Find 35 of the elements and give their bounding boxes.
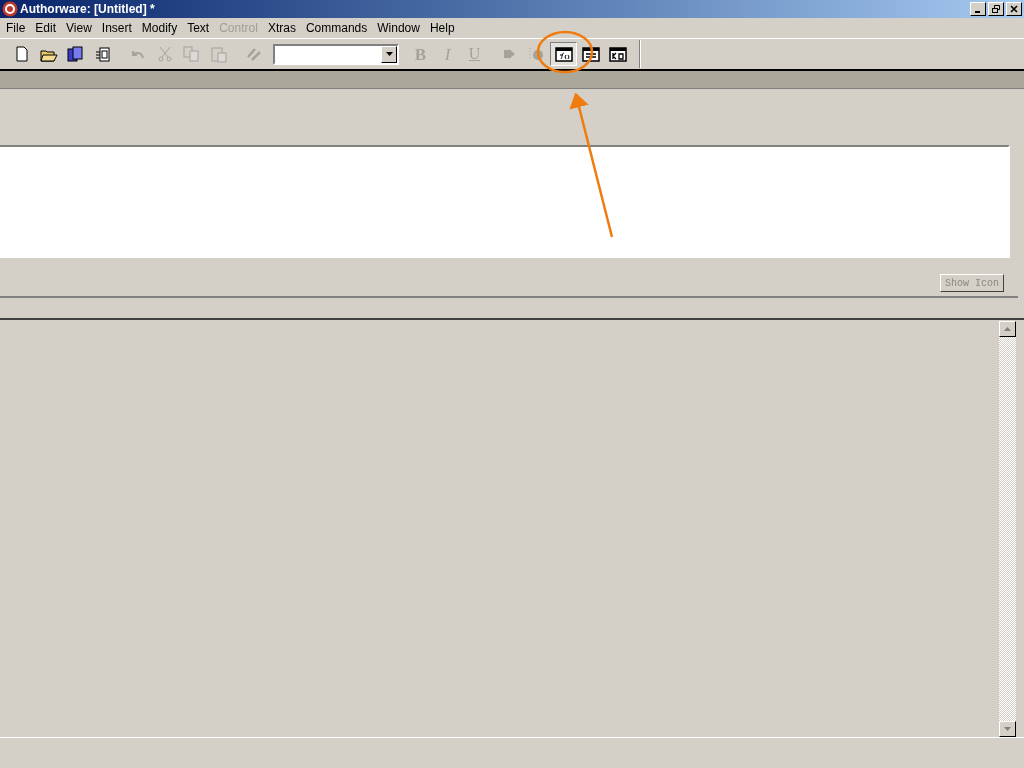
new-document-icon (15, 46, 28, 62)
down-arrow-icon (1004, 727, 1011, 731)
minimize-button[interactable] (970, 2, 986, 16)
menu-item[interactable]: Xtras (262, 19, 301, 37)
copy-icon (183, 46, 200, 62)
dropdown-arrow-icon (385, 52, 393, 56)
scroll-down-button[interactable] (999, 721, 1016, 737)
menu-item[interactable]: Modify (136, 19, 183, 37)
annotation-circle (536, 30, 594, 74)
function-window-icon (554, 46, 573, 62)
menu-item[interactable]: File (1, 19, 31, 37)
font-dropdown[interactable] (273, 43, 399, 65)
app-logo-icon (2, 1, 18, 17)
undo-icon (130, 48, 145, 60)
menu-item[interactable]: Insert (96, 19, 137, 37)
scroll-up-button[interactable] (999, 321, 1016, 337)
restore-button[interactable] (988, 2, 1004, 16)
menu-item[interactable]: Text (182, 19, 215, 37)
up-arrow-icon (1004, 327, 1011, 331)
import-page-icon (94, 46, 111, 62)
stacked-pages-icon (67, 45, 84, 63)
toolbar-button[interactable] (550, 42, 577, 66)
play-icon (503, 49, 516, 59)
menu-item[interactable]: Window (372, 19, 425, 37)
menu-item[interactable]: View (61, 19, 97, 37)
menu-item[interactable]: Help (424, 19, 460, 37)
knowledge-window-icon (608, 46, 627, 62)
close-icon (1010, 5, 1018, 13)
scissors-icon (156, 46, 173, 62)
window-title: Authorware: [Untitled] * (20, 1, 155, 18)
close-button[interactable] (1006, 2, 1022, 16)
restore-icon (992, 5, 1000, 13)
menu-item[interactable]: Commands (300, 19, 373, 37)
menu-item[interactable]: Edit (30, 19, 62, 37)
clipboard-icon (210, 45, 227, 63)
